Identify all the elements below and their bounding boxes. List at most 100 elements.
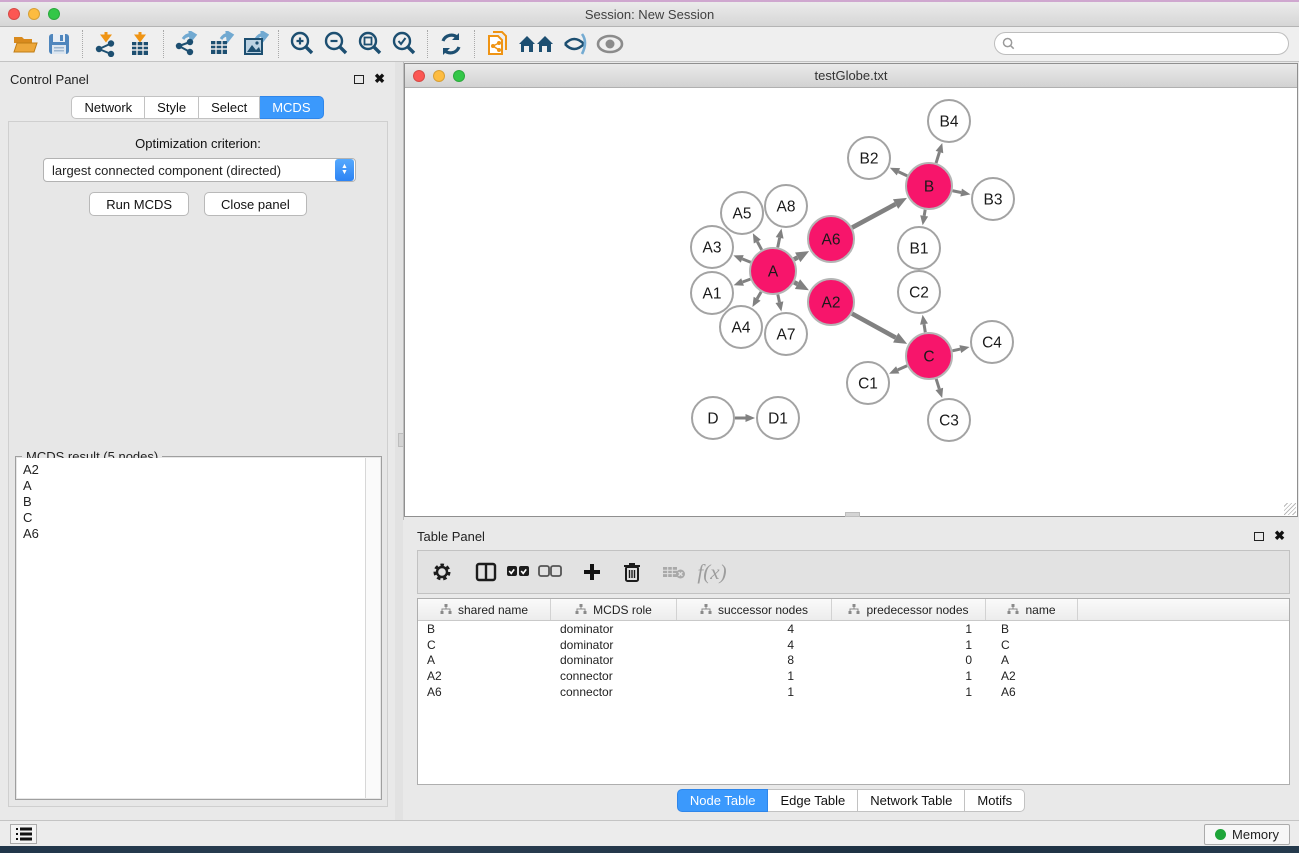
table-cell[interactable]: dominator	[551, 622, 677, 636]
graph-node-A7[interactable]: A7	[765, 313, 807, 355]
graph-node-A1[interactable]: A1	[691, 272, 733, 314]
table-cell[interactable]: A6	[986, 685, 1078, 699]
graph-node-B[interactable]: B	[906, 163, 952, 209]
table-cell[interactable]: 1	[832, 669, 986, 683]
memory-button[interactable]: Memory	[1204, 824, 1290, 845]
hide-graphics-button[interactable]	[559, 29, 593, 59]
edge-C-C4[interactable]	[952, 345, 969, 353]
edge-A-A7[interactable]	[776, 295, 784, 312]
edge-C-C2[interactable]	[920, 315, 928, 333]
graph-node-C[interactable]: C	[906, 333, 952, 379]
edge-B-B2[interactable]	[890, 168, 907, 176]
edge-B-B4[interactable]	[936, 143, 944, 163]
columns-button[interactable]	[470, 557, 502, 587]
table-cell[interactable]: C	[986, 638, 1078, 652]
tab-network[interactable]: Network	[71, 96, 145, 119]
criterion-select[interactable]: largest connected component (directed) ▲…	[43, 158, 356, 182]
edge-A2-C[interactable]	[852, 314, 907, 344]
edge-B-B3[interactable]	[953, 189, 971, 197]
search-field[interactable]	[994, 32, 1289, 55]
column-header-predecessor-nodes[interactable]: predecessor nodes	[832, 599, 986, 620]
tab-motifs[interactable]: Motifs	[965, 789, 1025, 812]
task-history-button[interactable]	[10, 824, 37, 844]
result-item[interactable]: A	[23, 478, 359, 494]
search-input[interactable]	[1020, 37, 1288, 51]
graph-node-B1[interactable]: B1	[898, 227, 940, 269]
graph-node-B3[interactable]: B3	[972, 178, 1014, 220]
result-item[interactable]: A6	[23, 526, 359, 542]
graph-node-A6[interactable]: A6	[808, 216, 854, 262]
graph-node-B2[interactable]: B2	[848, 137, 890, 179]
edge-A-A6[interactable]	[794, 251, 809, 262]
table-row[interactable]: Adominator80A	[418, 653, 1289, 669]
edge-A-A8[interactable]	[776, 229, 784, 248]
gear-button[interactable]	[426, 557, 458, 587]
show-graphics-button[interactable]	[593, 29, 627, 59]
function-builder-button[interactable]: f(x)	[690, 557, 734, 587]
import-table-button[interactable]	[123, 29, 157, 59]
table-cell[interactable]: A2	[986, 669, 1078, 683]
graph-node-A2[interactable]: A2	[808, 279, 854, 325]
table-cell[interactable]: dominator	[551, 653, 677, 667]
tab-mcds[interactable]: MCDS	[260, 96, 323, 119]
open-session-button[interactable]	[8, 29, 42, 59]
add-column-button[interactable]	[576, 557, 608, 587]
tab-node-table[interactable]: Node Table	[677, 789, 769, 812]
close-panel-icon[interactable]: ✖	[374, 74, 385, 84]
graph-node-A5[interactable]: A5	[721, 192, 763, 234]
export-table-button[interactable]	[204, 29, 238, 59]
close-panel-button[interactable]: Close panel	[204, 192, 307, 216]
float-panel-icon[interactable]	[354, 75, 364, 84]
table-row[interactable]: Bdominator41B	[418, 621, 1289, 637]
export-network-button[interactable]	[170, 29, 204, 59]
deselect-all-button[interactable]	[534, 557, 566, 587]
result-item[interactable]: A2	[23, 462, 359, 478]
graph-node-C2[interactable]: C2	[898, 271, 940, 313]
network-canvas[interactable]: AA6A2BCA1A3A4A5A7A8B1B2B3B4C1C2C3C4DD1	[405, 88, 1297, 516]
horizontal-scrollbar-thumb[interactable]	[845, 512, 860, 517]
table-cell[interactable]: C	[418, 638, 551, 652]
table-cell[interactable]: A6	[418, 685, 551, 699]
column-header-shared-name[interactable]: shared name	[418, 599, 551, 620]
edge-A-A5[interactable]	[753, 233, 762, 250]
home-view-button[interactable]	[515, 29, 559, 59]
table-cell[interactable]: B	[986, 622, 1078, 636]
graph-node-C3[interactable]: C3	[928, 399, 970, 441]
table-cell[interactable]: 0	[832, 653, 986, 667]
edge-A-A3[interactable]	[733, 255, 750, 262]
float-table-panel-icon[interactable]	[1254, 532, 1264, 541]
column-header-name[interactable]: name	[986, 599, 1078, 620]
graph-node-D[interactable]: D	[692, 397, 734, 439]
save-session-button[interactable]	[42, 29, 76, 59]
table-cell[interactable]: 1	[832, 622, 986, 636]
column-header-MCDS-role[interactable]: MCDS role	[551, 599, 677, 620]
delete-table-button[interactable]	[658, 557, 690, 587]
vertical-scrollbar-thumb[interactable]	[398, 433, 404, 447]
table-cell[interactable]: B	[418, 622, 551, 636]
edge-C-C1[interactable]	[889, 366, 907, 374]
graph-node-A8[interactable]: A8	[765, 185, 807, 227]
result-item[interactable]: C	[23, 510, 359, 526]
tab-style[interactable]: Style	[145, 96, 199, 119]
table-cell[interactable]: 1	[677, 685, 832, 699]
graph-node-C4[interactable]: C4	[971, 321, 1013, 363]
table-cell[interactable]: 1	[677, 669, 832, 683]
edge-B-B1[interactable]	[920, 210, 928, 226]
table-cell[interactable]: 1	[832, 685, 986, 699]
table-cell[interactable]: 1	[832, 638, 986, 652]
graph-node-A3[interactable]: A3	[691, 226, 733, 268]
zoom-fit-button[interactable]	[353, 29, 387, 59]
run-mcds-button[interactable]: Run MCDS	[89, 192, 189, 216]
graph-node-B4[interactable]: B4	[928, 100, 970, 142]
zoom-in-button[interactable]	[285, 29, 319, 59]
refresh-layout-button[interactable]	[434, 29, 468, 59]
copy-network-button[interactable]	[481, 29, 515, 59]
table-cell[interactable]: dominator	[551, 638, 677, 652]
result-item[interactable]: B	[23, 494, 359, 510]
table-cell[interactable]: 8	[677, 653, 832, 667]
graph-node-A4[interactable]: A4	[720, 306, 762, 348]
graph-node-C1[interactable]: C1	[847, 362, 889, 404]
edge-A-A2[interactable]	[794, 279, 809, 290]
select-all-button[interactable]	[502, 557, 534, 587]
table-cell[interactable]: A2	[418, 669, 551, 683]
